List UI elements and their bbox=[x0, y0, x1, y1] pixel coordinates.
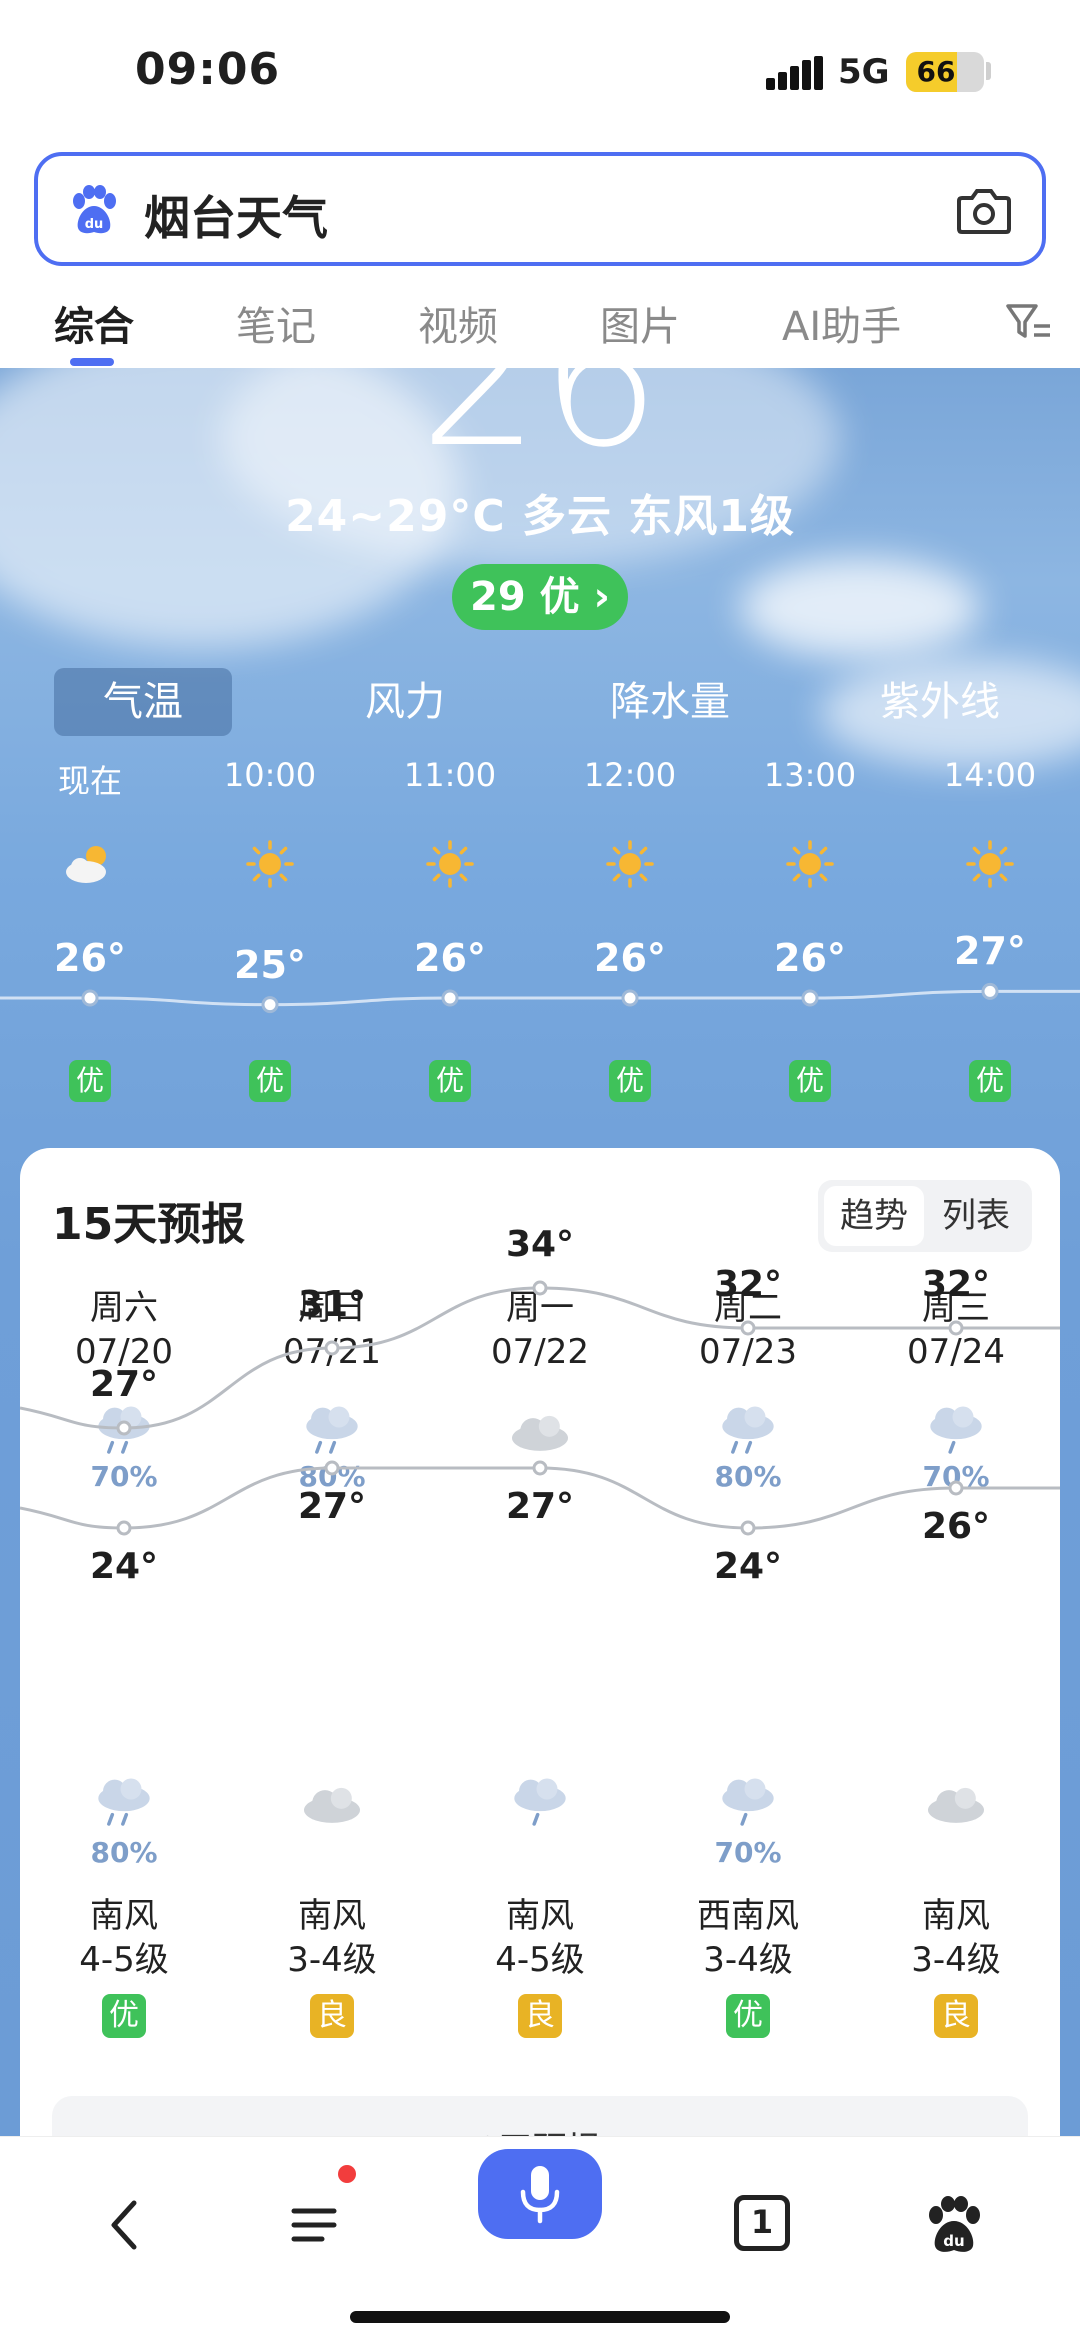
high-temp-line-point bbox=[532, 1280, 548, 1296]
home-indicator bbox=[350, 2311, 730, 2323]
cloud-icon bbox=[921, 1768, 991, 1824]
baidu-paw-icon: du bbox=[73, 185, 116, 234]
tab-notes[interactable]: 笔记 bbox=[236, 294, 316, 352]
hourly-point bbox=[261, 996, 279, 1014]
battery-tip bbox=[986, 62, 991, 80]
tab-ai-assistant[interactable]: AI助手 bbox=[782, 294, 901, 352]
active-tab-indicator bbox=[70, 358, 114, 366]
day-wind-direction: 西南风 bbox=[697, 1896, 799, 1936]
notification-dot bbox=[338, 2165, 356, 2183]
status-bar: 09:06 5G 66 bbox=[0, 0, 1080, 150]
rain-cloud-icon bbox=[89, 1768, 159, 1826]
hourly-point bbox=[81, 989, 99, 1007]
day-aqi-badge: 优 bbox=[102, 1994, 146, 2038]
high-temp-line-point bbox=[740, 1320, 756, 1336]
hourly-temperature-line bbox=[0, 982, 1080, 1014]
svg-text:du: du bbox=[85, 217, 104, 232]
day-wind-level: 3-4级 bbox=[911, 1940, 1001, 1980]
tab-comprehensive[interactable]: 综合 bbox=[54, 294, 134, 352]
search-tabs: 综合 笔记 视频 图片 AI助手 bbox=[0, 284, 1080, 368]
day-aqi-badge: 良 bbox=[934, 1994, 978, 2038]
day-wind-direction: 南风 bbox=[506, 1896, 574, 1936]
microphone-icon bbox=[520, 2166, 560, 2224]
tab-videos[interactable]: 视频 bbox=[418, 294, 498, 352]
low-temp-line-point bbox=[740, 1520, 756, 1536]
low-temp-line-point bbox=[116, 1520, 132, 1536]
low-temp-line-point bbox=[532, 1460, 548, 1476]
battery-level: 66 bbox=[916, 55, 956, 88]
day-aqi-badge: 良 bbox=[518, 1994, 562, 2038]
back-icon[interactable] bbox=[96, 2195, 156, 2255]
high-temp-line bbox=[20, 1286, 1060, 1430]
daily-temperature-lines bbox=[20, 1280, 1060, 1536]
menu-icon[interactable] bbox=[288, 2195, 348, 2255]
light-rain-icon bbox=[505, 1768, 575, 1826]
day-wind-level: 4-5级 bbox=[495, 1940, 585, 1980]
cloud-icon bbox=[297, 1768, 367, 1824]
signal-icon bbox=[766, 56, 824, 90]
hourly-point bbox=[441, 989, 459, 1007]
night-precipitation: 70% bbox=[714, 1836, 782, 1869]
hourly-point bbox=[981, 982, 999, 1000]
low-temp-line-point bbox=[324, 1460, 340, 1476]
hourly-point bbox=[621, 989, 639, 1007]
filter-icon[interactable] bbox=[1004, 300, 1052, 344]
night-precipitation: 80% bbox=[90, 1836, 158, 1869]
day-aqi-badge: 良 bbox=[310, 1994, 354, 2038]
status-time: 09:06 bbox=[135, 44, 281, 95]
search-input[interactable]: 烟台天气 bbox=[144, 182, 328, 248]
voice-search-button[interactable] bbox=[478, 2149, 602, 2239]
high-temp-line-point bbox=[324, 1340, 340, 1356]
day-wind-level: 3-4级 bbox=[703, 1940, 793, 1980]
high-temp-line-point bbox=[948, 1320, 964, 1336]
camera-icon[interactable] bbox=[956, 184, 1012, 236]
search-bar[interactable]: du 烟台天气 bbox=[34, 152, 1046, 266]
day-wind-direction: 南风 bbox=[298, 1896, 366, 1936]
svg-text:du: du bbox=[943, 2232, 964, 2250]
day-wind-direction: 南风 bbox=[90, 1896, 158, 1936]
hourly-point bbox=[801, 989, 819, 1007]
low-temp-line-point bbox=[948, 1480, 964, 1496]
tabs-count-button[interactable]: 1 bbox=[734, 2195, 790, 2251]
tab-images[interactable]: 图片 bbox=[600, 294, 680, 352]
bottom-nav: 1 du bbox=[0, 2136, 1080, 2341]
battery-icon: 66 bbox=[906, 52, 984, 92]
low-temp-line bbox=[20, 1466, 1060, 1530]
hourly-line-path bbox=[0, 989, 1080, 1007]
high-temp-line-point bbox=[116, 1420, 132, 1436]
day-wind-direction: 南风 bbox=[922, 1896, 990, 1936]
network-type: 5G bbox=[838, 52, 890, 92]
day-aqi-badge: 优 bbox=[726, 1994, 770, 2038]
day-wind-level: 3-4级 bbox=[287, 1940, 377, 1980]
forecast-card: 15天预报 趋势 列表 周六 07/20 70% 27° 24° 80% 南风 4-5级优周日… bbox=[20, 1148, 1060, 2176]
light-rain-icon bbox=[713, 1768, 783, 1826]
day-wind-level: 4-5级 bbox=[79, 1940, 169, 1980]
baidu-home-icon[interactable]: du bbox=[924, 2195, 984, 2255]
